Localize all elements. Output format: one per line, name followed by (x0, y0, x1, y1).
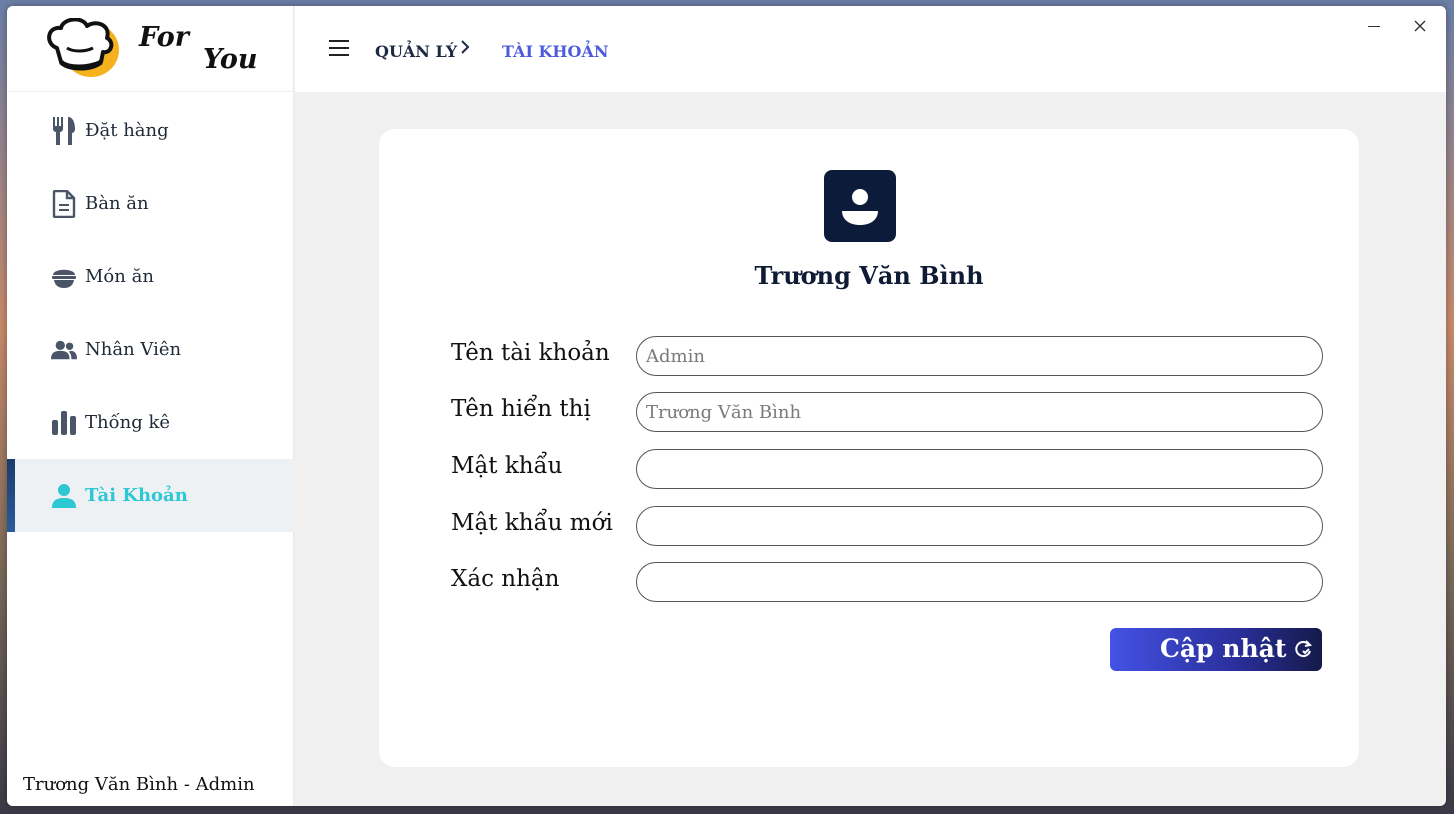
document-icon (51, 189, 77, 218)
chef-hat-icon (47, 18, 119, 77)
close-icon[interactable] (1412, 18, 1428, 34)
username-label: Tên tài khoản (451, 340, 610, 366)
password-label: Mật khẩu (451, 453, 563, 479)
sidebar-item-mon-an[interactable]: Món ăn (7, 240, 294, 313)
sidebar-item-label: Món ăn (85, 266, 154, 287)
password-input[interactable] (636, 449, 1323, 489)
sidebar-item-label: Tài Khoản (85, 485, 188, 506)
bowl-icon (51, 263, 77, 291)
user-avatar-icon (842, 189, 878, 225)
logo-text-you: You (203, 44, 258, 75)
bar-chart-icon (51, 409, 77, 437)
update-button-label: Cập nhật (1160, 634, 1287, 663)
sidebar-item-label: Thống kê (85, 412, 171, 433)
menu-line (329, 40, 349, 42)
refresh-check-icon (1295, 640, 1313, 658)
update-button[interactable]: Cập nhật (1110, 628, 1322, 671)
sidebar-item-ban-an[interactable]: Bàn ăn (7, 167, 294, 240)
breadcrumb-current: TÀI KHOẢN (502, 42, 609, 61)
menu-line (329, 54, 349, 56)
menu-line (329, 47, 349, 49)
confirm-password-input[interactable] (636, 562, 1323, 602)
form-row-display-name: Tên hiển thị (451, 392, 1323, 432)
form-row-username: Tên tài khoản (451, 336, 1323, 376)
account-display-name: Trương Văn Bình (754, 261, 984, 290)
app-logo: For You (7, 6, 294, 92)
form-row-password: Mật khẩu (451, 449, 1323, 489)
display-name-label: Tên hiển thị (451, 396, 591, 422)
sidebar-item-tai-khoan[interactable]: Tài Khoản (7, 459, 294, 532)
sidebar: For You Đặt hàng Bàn ăn Món ăn Nhân Viên… (7, 6, 294, 806)
sidebar-item-dat-hang[interactable]: Đặt hàng (7, 94, 294, 167)
app-window: For You Đặt hàng Bàn ăn Món ăn Nhân Viên… (7, 6, 1446, 806)
top-header: QUẢN LÝ TÀI KHOẢN (295, 6, 1446, 92)
sidebar-item-label: Nhân Viên (85, 339, 182, 360)
avatar (824, 170, 896, 242)
logo-text-for: For (139, 22, 189, 53)
new-password-label: Mật khẩu mới (451, 510, 613, 536)
account-card: Trương Văn Bình Tên tài khoản Tên hiển t… (379, 129, 1359, 767)
form-row-new-password: Mật khẩu mới (451, 506, 1323, 546)
current-user-label: Trương Văn Bình - Admin (23, 774, 255, 795)
hamburger-menu-button[interactable] (329, 40, 349, 56)
user-icon (51, 482, 77, 510)
sidebar-item-thong-ke[interactable]: Thống kê (7, 386, 294, 459)
form-row-confirm: Xác nhận (451, 562, 1323, 602)
utensils-icon (51, 116, 77, 145)
chevron-right-icon (461, 40, 470, 54)
confirm-password-label: Xác nhận (451, 566, 560, 592)
sidebar-nav: Đặt hàng Bàn ăn Món ăn Nhân Viên Thống k… (7, 94, 294, 532)
breadcrumb-parent[interactable]: QUẢN LÝ (375, 42, 457, 61)
minimize-window-button[interactable] (1368, 26, 1380, 27)
username-input[interactable] (636, 336, 1323, 376)
sidebar-item-label: Bàn ăn (85, 193, 149, 214)
display-name-input[interactable] (636, 392, 1323, 432)
new-password-input[interactable] (636, 506, 1323, 546)
users-icon (51, 336, 77, 364)
sidebar-item-nhan-vien[interactable]: Nhân Viên (7, 313, 294, 386)
sidebar-item-label: Đặt hàng (85, 120, 169, 141)
